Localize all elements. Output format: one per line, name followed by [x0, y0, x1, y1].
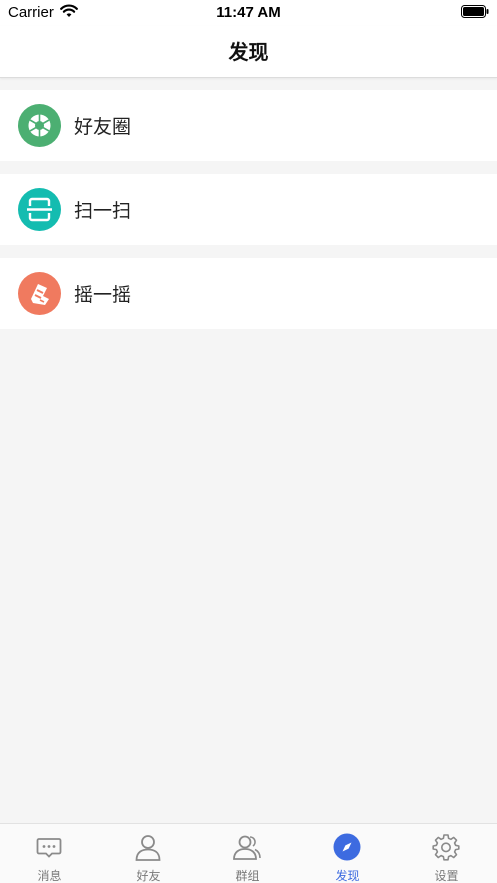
scan-icon — [18, 188, 61, 231]
shake-icon — [18, 272, 61, 315]
status-time: 11:47 AM — [216, 4, 281, 21]
list-item-shake[interactable]: 摇一摇 — [0, 258, 497, 329]
list-item-moments[interactable]: 好友圈 — [0, 90, 497, 161]
item-label: 摇一摇 — [74, 284, 132, 306]
status-bar: Carrier 11:47 AM — [0, 0, 497, 26]
compass-icon — [333, 833, 361, 861]
item-label: 扫一扫 — [74, 200, 132, 222]
tab-settings[interactable]: 设置 — [397, 824, 496, 883]
tab-label: 消息 — [37, 869, 62, 883]
person-icon — [135, 835, 161, 861]
tab-label: 发现 — [335, 869, 360, 883]
tab-groups[interactable]: 群组 — [198, 824, 297, 883]
tab-label: 群组 — [235, 869, 260, 883]
discover-screen: Carrier 11:47 AM 发现 好友圈 扫一扫 摇一摇 消息 好友 群组… — [0, 0, 497, 883]
tab-discover[interactable]: 发现 — [298, 824, 397, 883]
aperture-icon — [18, 104, 61, 147]
tab-bar: 消息 好友 群组 发现 设置 — [0, 823, 497, 883]
gear-icon — [432, 834, 460, 861]
tab-friends[interactable]: 好友 — [99, 824, 198, 883]
item-label: 好友圈 — [74, 116, 132, 138]
navigation-bar: 发现 — [0, 26, 497, 78]
group-icon — [233, 835, 261, 860]
page-title: 发现 — [228, 40, 269, 64]
message-icon — [36, 838, 62, 858]
list-item-scan[interactable]: 扫一扫 — [0, 174, 497, 245]
tab-messages[interactable]: 消息 — [0, 824, 99, 883]
battery-icon — [461, 5, 489, 18]
tab-label: 设置 — [434, 869, 459, 883]
tab-label: 好友 — [136, 869, 161, 883]
